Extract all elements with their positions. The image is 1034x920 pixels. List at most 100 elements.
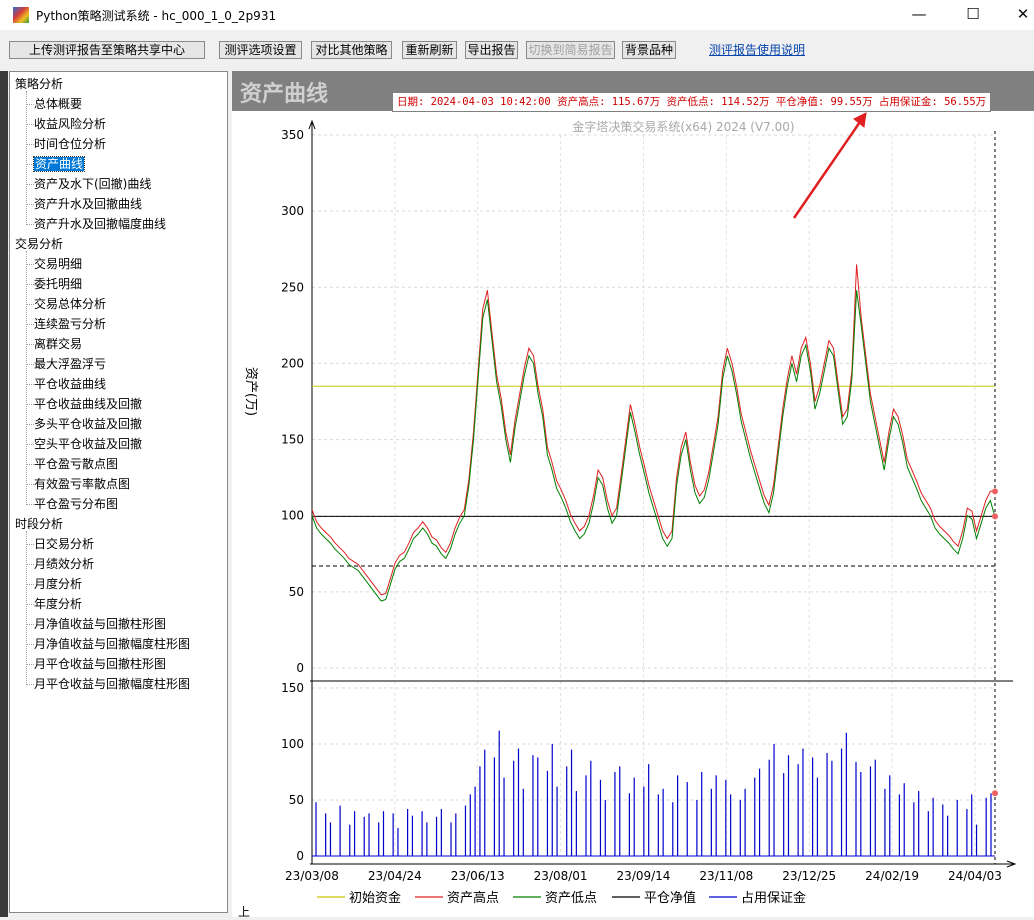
x-tick-label: 23/11/08: [699, 869, 753, 883]
tree-item-label: 平仓盈亏分布图: [34, 497, 119, 511]
tree-item-label: 交易总体分析: [34, 297, 107, 311]
y-tick-label: 0: [296, 849, 304, 863]
tree-connector: [26, 644, 34, 645]
annotation-arrow: [792, 118, 864, 219]
tree-connector: [26, 204, 34, 205]
tree-group[interactable]: 时段分析: [15, 515, 63, 533]
close-button[interactable]: ✕: [1000, 0, 1034, 30]
tree-item[interactable]: 空头平仓收益及回撤: [34, 435, 142, 453]
tree-connector: [26, 104, 34, 105]
tree-connector: [26, 251, 27, 505]
tree-item-label: 月度分析: [34, 577, 83, 591]
tree-group[interactable]: 策略分析: [15, 75, 63, 93]
tree-connector: [26, 531, 27, 685]
background-symbol-button[interactable]: 背景品种: [622, 41, 676, 59]
tree-item-label: 月平仓收益与回撤幅度柱形图: [34, 677, 191, 691]
tree-item-label: 时间仓位分析: [34, 137, 107, 151]
tree-connector: [26, 624, 34, 625]
tree-item[interactable]: 平仓收益曲线及回撤: [34, 395, 142, 413]
tree-item[interactable]: 月平仓收益与回撤柱形图: [34, 655, 166, 673]
tree-item[interactable]: 年度分析: [34, 595, 82, 613]
tree-item-label: 资产曲线: [32, 156, 86, 172]
tree-group[interactable]: 交易分析: [15, 235, 63, 253]
tree-connector: [26, 384, 34, 385]
y-tick-label: 0: [296, 661, 304, 675]
analysis-tree[interactable]: 策略分析总体概要收益风险分析时间仓位分析 资产曲线资产及水下(回撤)曲线 资产升水及…: [9, 71, 228, 913]
annotation-arrowhead: [853, 112, 867, 128]
app-icon: [13, 7, 29, 23]
y-tick-label: 250: [281, 280, 304, 294]
legend-label: 初始资金: [349, 890, 401, 906]
tree-connector: [26, 164, 34, 165]
tree-item[interactable]: 平仓盈亏散点图: [34, 455, 118, 473]
tree-item[interactable]: 月净值收益与回撤幅度柱形图: [34, 635, 190, 653]
tree-item-label: 平仓收益曲线: [34, 377, 107, 391]
tree-item-label: 平仓盈亏散点图: [34, 457, 119, 471]
tree-connector: [26, 604, 34, 605]
tree-item-label: 多头平仓收益及回撤: [34, 417, 143, 431]
tree-item[interactable]: 交易明细: [34, 255, 82, 273]
x-tick-label: 23/08/01: [534, 869, 588, 883]
maximize-button[interactable]: ☐: [950, 0, 996, 30]
switch-simple-report-button[interactable]: 切换到简易报告: [526, 41, 615, 59]
tree-item[interactable]: 月绩效分析: [34, 555, 94, 573]
tree-item[interactable]: 平仓盈亏分布图: [34, 495, 118, 513]
tree-item[interactable]: 多头平仓收益及回撤: [34, 415, 142, 433]
tree-connector: [26, 264, 34, 265]
window-title: Python策略测试系统 - hc_000_1_0_2p931: [36, 9, 277, 23]
tree-item[interactable]: 日交易分析: [34, 535, 94, 553]
tree-connector: [26, 124, 34, 125]
chart-watermark: 金字塔决策交易系统(x64) 2024 (V7.00): [572, 119, 794, 134]
tree-item[interactable]: 有效盈亏率散点图: [34, 475, 130, 493]
asset-low-series: [311, 290, 996, 602]
help-link[interactable]: 测评报告使用说明: [709, 41, 805, 58]
y-tick-label: 150: [281, 681, 304, 695]
tree-item[interactable]: 资产升水及回撤幅度曲线: [34, 215, 166, 233]
x-tick-label: 24/04/03: [948, 869, 1002, 883]
tree-item[interactable]: 收益风险分析: [34, 115, 106, 133]
tree-item[interactable]: 总体概要: [34, 95, 82, 113]
tree-item[interactable]: 月度分析: [34, 575, 82, 593]
tree-item[interactable]: 月平仓收益与回撤幅度柱形图: [34, 675, 190, 693]
tree-item-label: 有效盈亏率散点图: [34, 477, 131, 491]
minimize-button[interactable]: —: [896, 0, 942, 30]
toolbar: 上传测评报告至策略共享中心 测评选项设置 对比其他策略 重新刷新 导出报告 切换…: [0, 30, 1034, 68]
options-button[interactable]: 测评选项设置: [219, 41, 302, 59]
title-bar: Python策略测试系统 - hc_000_1_0_2p931 — ☐ ✕: [0, 0, 1034, 30]
tree-item[interactable]: 连续盈亏分析: [34, 315, 106, 333]
tree-connector: [26, 224, 34, 225]
y-tick-label: 350: [281, 128, 304, 142]
cursor-marker-high: [992, 488, 998, 495]
tree-connector: [26, 184, 34, 185]
tree-item[interactable]: 委托明细: [34, 275, 82, 293]
tree-item[interactable]: 时间仓位分析: [34, 135, 106, 153]
tree-item-label: 月绩效分析: [34, 557, 95, 571]
export-button[interactable]: 导出报告: [465, 41, 518, 59]
tree-connector: [26, 324, 34, 325]
tree-item[interactable]: 交易总体分析: [34, 295, 106, 313]
upload-report-button[interactable]: 上传测评报告至策略共享中心: [9, 41, 205, 59]
y-tick-label: 50: [289, 793, 304, 807]
tree-item[interactable]: 平仓收益曲线: [34, 375, 106, 393]
tree-connector: [26, 684, 34, 685]
tree-item-label: 月平仓收益与回撤柱形图: [34, 657, 167, 671]
y-axis-label: 资产(万): [243, 367, 258, 416]
tree-connector: [26, 91, 27, 225]
tree-item[interactable]: 离群交易: [34, 335, 82, 353]
tree-connector: [26, 544, 34, 545]
tree-connector: [26, 584, 34, 585]
tree-item[interactable]: 资产及水下(回撤)曲线: [34, 175, 151, 193]
x-tick-label: 23/04/24: [368, 869, 422, 883]
legend-label: 资产高点: [447, 890, 499, 906]
compare-button[interactable]: 对比其他策略: [311, 41, 392, 59]
equity-chart[interactable]: 金字塔决策交易系统(x64) 2024 (V7.00) 0 50 100 150 200 2…: [232, 71, 1034, 917]
tree-item[interactable]: 月净值收益与回撤柱形图: [34, 615, 166, 633]
tree-item[interactable]: 资产曲线: [32, 155, 86, 173]
tree-item[interactable]: 最大浮盈浮亏: [34, 355, 106, 373]
y-tick-label: 50: [289, 585, 304, 599]
refresh-button[interactable]: 重新刷新: [402, 41, 457, 59]
tree-item[interactable]: 资产升水及回撤曲线: [34, 195, 142, 213]
tree-connector: [26, 424, 34, 425]
tree-item-label: 交易明细: [34, 257, 83, 271]
tree-item-label: 年度分析: [34, 597, 83, 611]
